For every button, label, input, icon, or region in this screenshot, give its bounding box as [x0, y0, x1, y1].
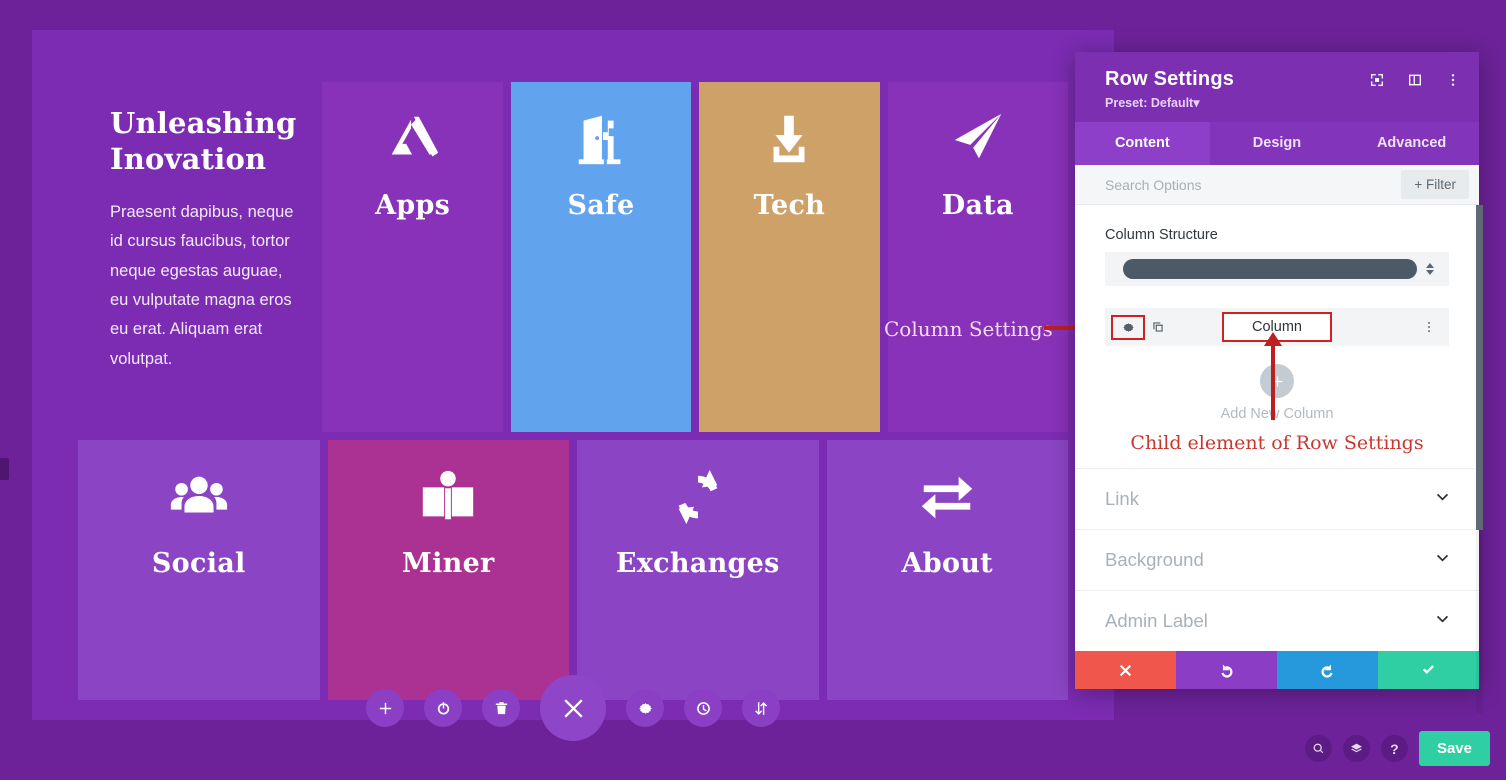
page-canvas: Unleashing Inovation Praesent dapibus, n… — [32, 30, 1114, 720]
help-glyph: ? — [1390, 741, 1399, 757]
open-book-icon — [416, 466, 480, 528]
apps-triangle-icon — [381, 108, 445, 170]
search-magnifier-icon[interactable] — [1305, 735, 1332, 762]
chevron-down-icon — [1434, 488, 1451, 510]
accordion-label: Link — [1105, 488, 1434, 510]
column-structure-select[interactable] — [1105, 252, 1449, 286]
modal-header: Row Settings Preset: Default▾ — [1075, 52, 1479, 122]
undo-button[interactable] — [1176, 651, 1277, 689]
accordion-label: Background — [1105, 549, 1434, 571]
search-bar: + Filter — [1075, 165, 1479, 205]
annotation-arrow-vertical — [1271, 345, 1275, 420]
column-kebab-menu-icon[interactable] — [1419, 320, 1439, 334]
help-question-icon[interactable]: ? — [1381, 735, 1408, 762]
tile-label: Miner — [402, 548, 495, 579]
section-row: Unleashing Inovation Praesent dapibus, n… — [32, 30, 1114, 720]
gear-icon[interactable] — [626, 689, 664, 727]
tile-label: Apps — [375, 190, 450, 221]
accordion-background[interactable]: Background — [1075, 529, 1479, 590]
sort-icon[interactable] — [742, 689, 780, 727]
save-button[interactable]: Save — [1419, 731, 1490, 766]
tile-tech[interactable]: Tech — [699, 82, 879, 432]
column-structure-field — [1075, 252, 1479, 286]
close-icon[interactable] — [540, 675, 606, 741]
tab-design[interactable]: Design — [1210, 122, 1345, 165]
add-new-column-button[interactable]: Add New Column — [1075, 364, 1479, 422]
tile-label: Data — [942, 190, 1014, 221]
tile-label: Tech — [754, 190, 825, 221]
tile-label: Social — [152, 548, 246, 579]
add-icon[interactable] — [366, 689, 404, 727]
modal-footer — [1075, 651, 1479, 689]
row-settings-modal: Row Settings Preset: Default▾ Content De… — [1075, 52, 1479, 689]
tile-label: Exchanges — [616, 548, 780, 579]
chevron-down-icon — [1434, 549, 1451, 571]
trash-icon[interactable] — [482, 689, 520, 727]
chevron-down-icon — [1434, 610, 1451, 632]
tile-safe[interactable]: Safe — [511, 82, 691, 432]
tiles-row-one: Unleashing Inovation Praesent dapibus, n… — [78, 82, 1068, 432]
accordion-label: Admin Label — [1105, 610, 1434, 632]
body-paragraph: Praesent dapibus, neque id cursus faucib… — [110, 198, 296, 374]
plus-icon — [1260, 364, 1294, 398]
confirm-save-button[interactable] — [1378, 651, 1479, 689]
kebab-menu-icon[interactable] — [1445, 72, 1461, 88]
layout-split-icon[interactable] — [1407, 72, 1423, 88]
open-door-icon — [569, 108, 633, 170]
accordion-admin-label[interactable]: Admin Label — [1075, 590, 1479, 651]
scrollbar-thumb[interactable] — [1476, 205, 1483, 530]
cancel-button[interactable] — [1075, 651, 1176, 689]
tile-social[interactable]: Social — [78, 440, 320, 700]
tile-exchanges[interactable]: Exchanges — [577, 440, 819, 700]
download-tray-icon — [757, 108, 821, 170]
tile-label: About — [902, 548, 993, 579]
left-edge-handle[interactable] — [0, 458, 9, 480]
column-structure-preview — [1123, 259, 1417, 279]
people-group-icon — [167, 466, 231, 528]
builder-toolbar — [366, 675, 780, 741]
history-icon[interactable] — [684, 689, 722, 727]
modal-tabs: Content Design Advanced — [1075, 122, 1479, 165]
refresh-cycle-icon — [666, 466, 730, 528]
chevron-down-icon: ▾ — [1193, 96, 1199, 110]
annotation-column-settings: Column Settings — [884, 317, 1053, 341]
text-module: Unleashing Inovation Praesent dapibus, n… — [78, 82, 314, 432]
expand-icon[interactable] — [1369, 72, 1385, 88]
two-way-arrows-icon — [915, 466, 979, 528]
column-structure-label: Column Structure — [1075, 205, 1479, 252]
tile-about[interactable]: About — [827, 440, 1069, 700]
tile-data[interactable]: Data — [888, 82, 1068, 432]
tiles-row-two: Social Miner Exchanges — [78, 440, 1068, 700]
modal-scrollbar[interactable] — [1476, 205, 1483, 713]
bottom-right-controls: ? Save — [1305, 731, 1490, 766]
tile-miner[interactable]: Miner — [328, 440, 570, 700]
column-settings-gear-icon[interactable] — [1111, 315, 1145, 340]
layers-icon[interactable] — [1343, 735, 1370, 762]
tab-content[interactable]: Content — [1075, 122, 1210, 165]
add-new-column-label: Add New Column — [1221, 406, 1334, 422]
modal-header-icons — [1369, 72, 1461, 88]
column-structure-stepper[interactable] — [1417, 263, 1443, 275]
tile-label: Safe — [568, 190, 635, 221]
redo-button[interactable] — [1277, 651, 1378, 689]
column-tools — [1105, 315, 1169, 340]
paper-plane-icon — [946, 108, 1010, 170]
duplicate-icon[interactable] — [1147, 320, 1169, 334]
search-input[interactable] — [1105, 177, 1401, 193]
preset-label: Preset: Default — [1105, 96, 1193, 110]
filter-button[interactable]: + Filter — [1401, 170, 1469, 199]
modal-body: Column Structure Column — [1075, 205, 1479, 651]
tab-advanced[interactable]: Advanced — [1344, 122, 1479, 165]
accordion-link[interactable]: Link — [1075, 468, 1479, 529]
builder-screen: Unleashing Inovation Praesent dapibus, n… — [0, 0, 1506, 780]
annotation-child-element: Child element of Row Settings — [1075, 432, 1479, 468]
tile-apps[interactable]: Apps — [322, 82, 502, 432]
power-icon[interactable] — [424, 689, 462, 727]
modal-preset[interactable]: Preset: Default▾ — [1105, 95, 1459, 110]
page-title: Unleashing Inovation — [110, 106, 296, 178]
